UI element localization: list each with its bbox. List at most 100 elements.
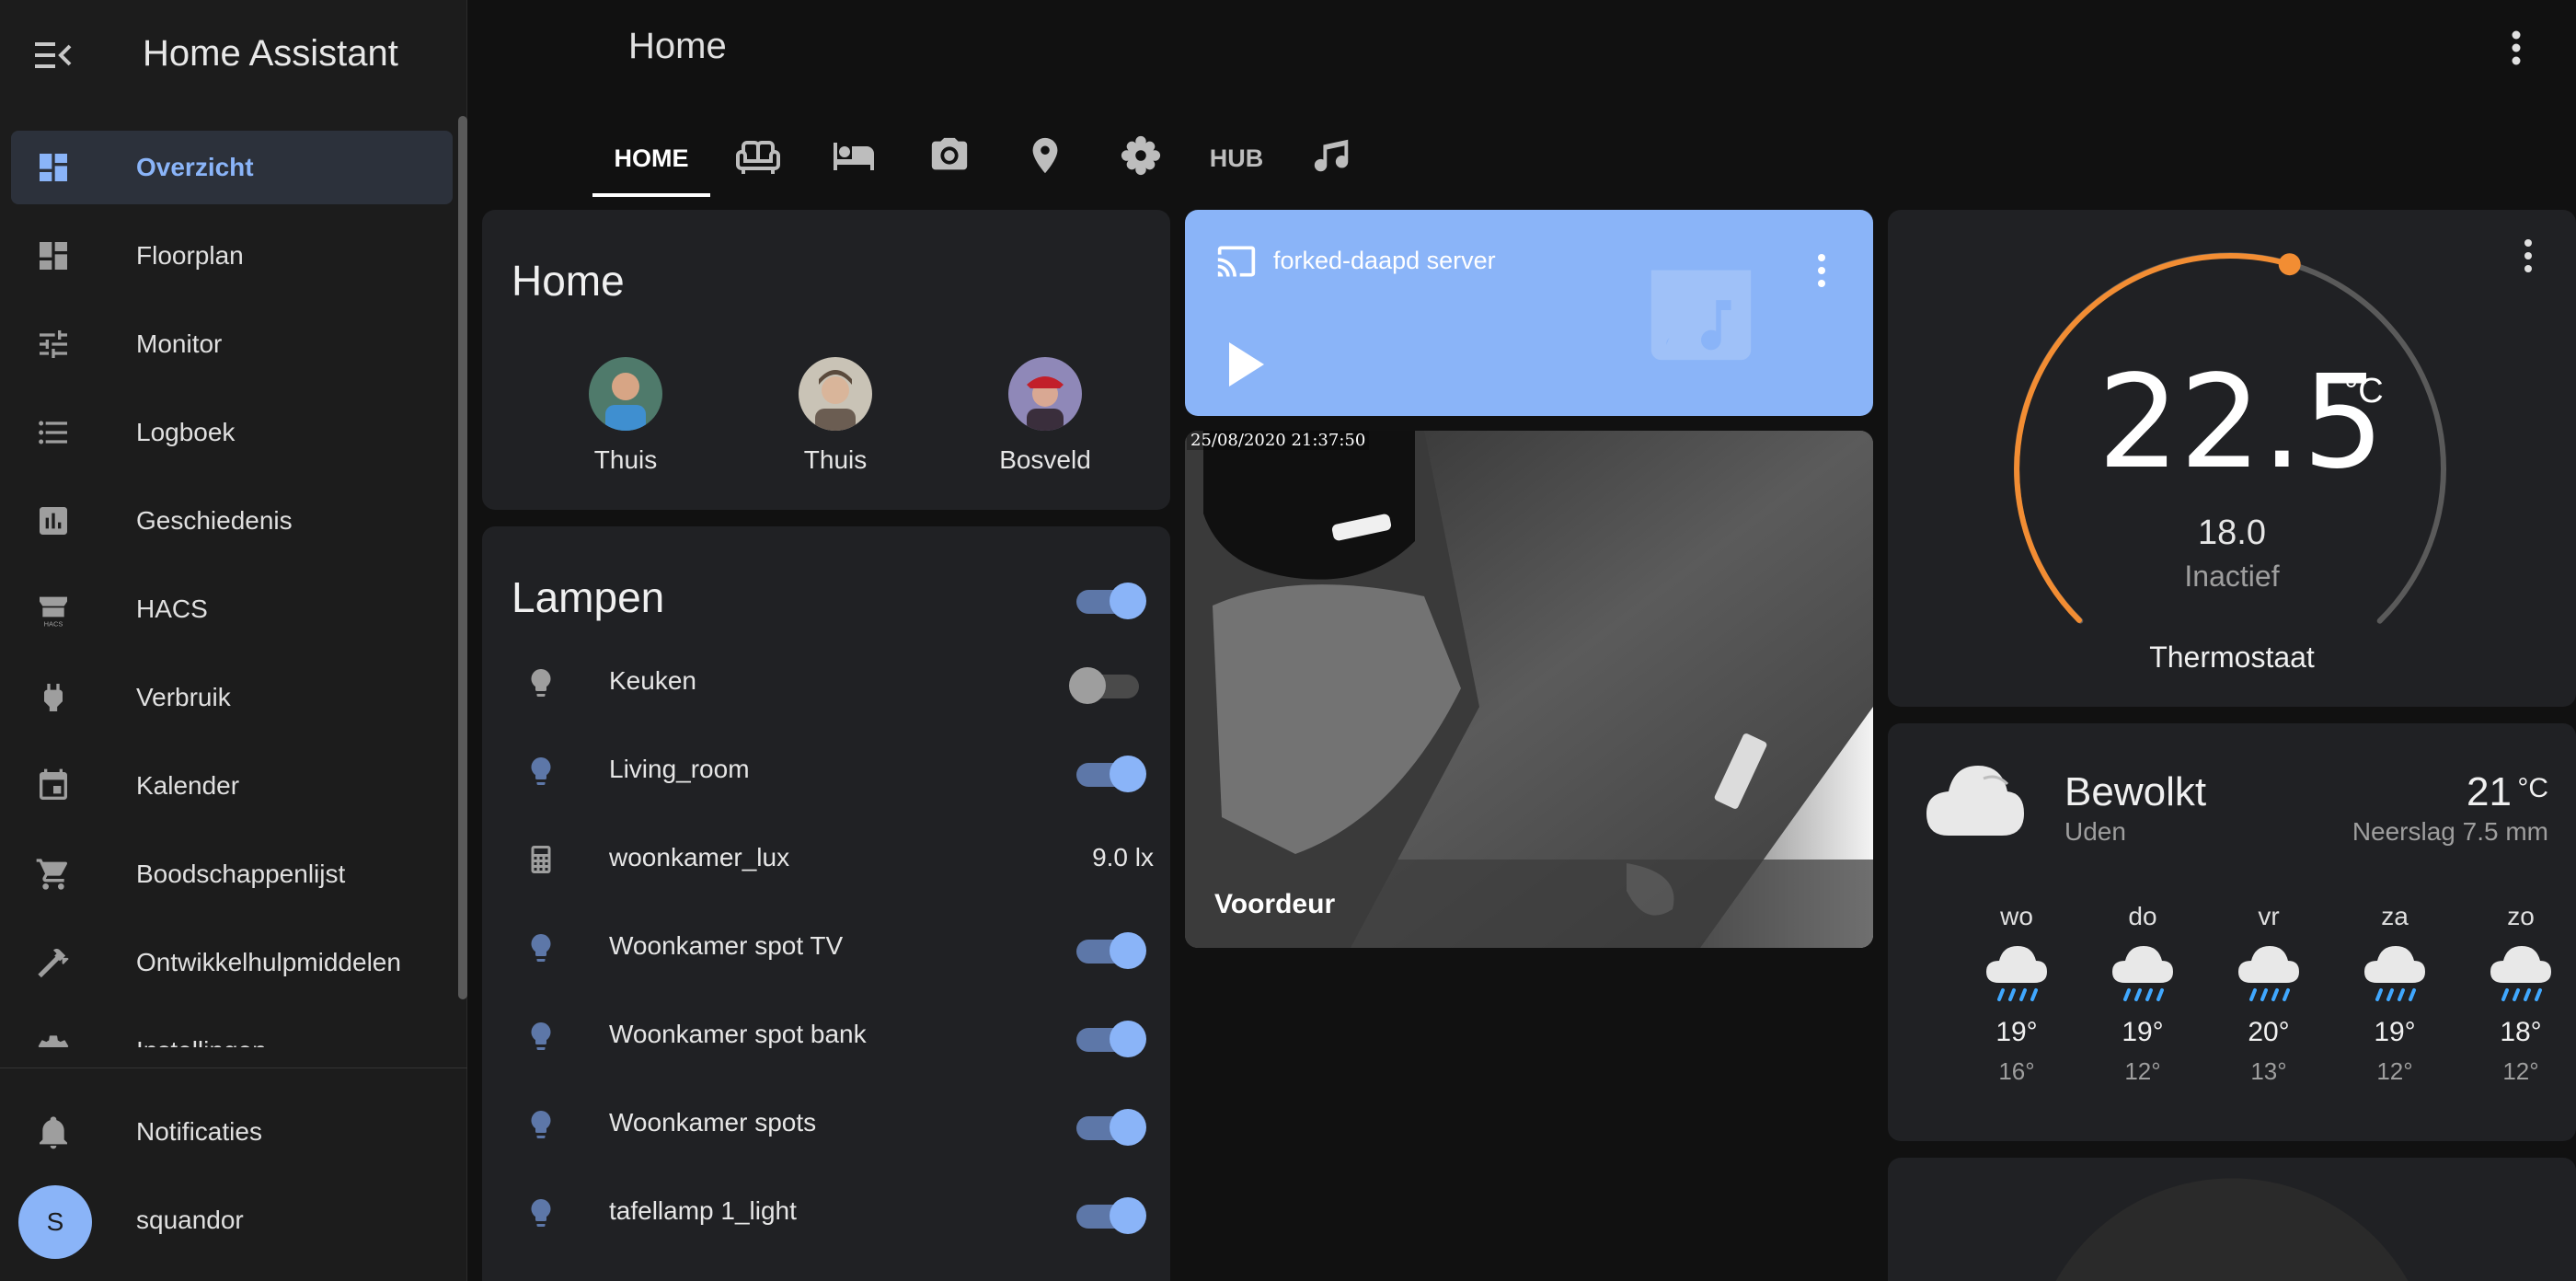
sidebar-item-boodschappenlijst[interactable]: Boodschappenlijst (11, 837, 453, 911)
tab-location[interactable] (997, 120, 1093, 197)
sidebar-item-geschiedenis[interactable]: Geschiedenis (11, 484, 453, 558)
more-vert-icon[interactable] (2502, 28, 2530, 70)
tab-label: HOME (614, 144, 689, 172)
sidebar-item-label: Overzicht (136, 153, 254, 181)
entity-name: Woonkamer spots (609, 1108, 817, 1137)
forecast-high: 19° (2374, 1017, 2416, 1047)
tab-sofa[interactable] (710, 120, 806, 197)
forecast-day: zo 18° 12° (2466, 902, 2576, 1086)
sofa-icon (736, 133, 780, 184)
forecast-high: 19° (2122, 1017, 2164, 1047)
weather-condition: Bewolkt (2064, 769, 2207, 814)
media-player-name: forked-daapd server (1273, 247, 1496, 274)
bulb-icon (524, 1104, 558, 1145)
forecast-day-label: do (2128, 902, 2157, 930)
bell-icon (35, 1114, 75, 1150)
bed-icon (832, 133, 876, 184)
tab-camera[interactable] (902, 120, 997, 197)
entity-row-woonkamer-spot-bank[interactable]: Woonkamer spot bank (510, 992, 1154, 1080)
sidebar-scrollbar[interactable] (458, 116, 467, 999)
entity-toggle[interactable] (1073, 1196, 1146, 1234)
rainy-icon (2340, 942, 2450, 1011)
entity-row-woonkamer-spot-tv[interactable]: Woonkamer spot TV (510, 904, 1154, 992)
person-state: Thuis (593, 445, 658, 474)
tab-bed[interactable] (806, 120, 902, 197)
person-avatar (589, 357, 662, 431)
target-temperature: 18.0 (2198, 514, 2266, 552)
map-marker-icon (1024, 134, 1066, 183)
sidebar-item-label: Verbruik (136, 683, 231, 711)
sidebar: Home Assistant Overzicht Floorplan Monit… (0, 0, 467, 1281)
weather-unit: °C (2517, 773, 2548, 803)
lampen-master-toggle[interactable] (1073, 582, 1146, 619)
sidebar-item-overzicht[interactable]: Overzicht (11, 131, 453, 204)
entity-toggle[interactable] (1073, 755, 1146, 792)
forecast-day-label: vr (2258, 902, 2280, 930)
person-state: Thuis (803, 445, 868, 474)
menu-collapse-icon[interactable] (35, 40, 75, 70)
bulb-icon (524, 1016, 558, 1056)
forecast-day-label: za (2381, 902, 2409, 930)
entity-row-woonkamer-lux[interactable]: woonkamer_lux 9.0 lx (510, 815, 1154, 904)
sidebar-item-kalender[interactable]: Kalender (11, 749, 453, 823)
temperature-unit: °C (2344, 372, 2384, 410)
tab-hub[interactable]: HUB (1189, 120, 1284, 197)
sidebar-item-verbruik[interactable]: Verbruik (11, 661, 453, 734)
weather-card[interactable]: Bewolkt Uden 21 °C Neerslag 7.5 mm wo 19… (1888, 723, 2576, 1141)
person-badge[interactable]: Thuis (561, 357, 690, 475)
dashboard-icon (35, 237, 75, 274)
sidebar-item-instellingen[interactable]: Instellingen (11, 1014, 453, 1047)
entity-row-living-room[interactable]: Living_room (510, 727, 1154, 815)
view-tabs: HOME HUB (592, 120, 1380, 197)
media-player-card: forked-daapd server (1185, 210, 1873, 416)
list-icon (35, 414, 75, 451)
hacs-icon: HACS (35, 591, 75, 628)
camera-name: Voordeur (1214, 889, 1336, 919)
person-badge[interactable]: Thuis (771, 357, 900, 475)
tab-music[interactable] (1284, 120, 1380, 197)
tab-home[interactable]: HOME (592, 120, 710, 197)
sidebar-item-floorplan[interactable]: Floorplan (11, 219, 453, 293)
card-title: Lampen (512, 573, 665, 621)
entity-toggle[interactable] (1073, 1108, 1146, 1146)
user-avatar[interactable]: S (18, 1185, 92, 1259)
sidebar-item-monitor[interactable]: Monitor (11, 307, 453, 381)
entity-name: Woonkamer spot TV (609, 931, 844, 960)
tab-label: HUB (1209, 144, 1264, 172)
entity-toggle[interactable] (1069, 666, 1143, 704)
sidebar-item-hacs[interactable]: HACS HACS (11, 572, 453, 646)
sidebar-item-label: Logboek (136, 418, 236, 446)
partial-card (1888, 1158, 2576, 1281)
sidebar-item-ontwikkelhulpmiddelen[interactable]: Ontwikkelhulpmiddelen (11, 926, 453, 999)
entity-toggle[interactable] (1073, 931, 1146, 969)
current-temperature: 22.5 (2098, 348, 2385, 498)
weather-temperature: 21 (2467, 769, 2512, 814)
camera-card[interactable]: 25/08/2020 21:37:50 Voordeur (1185, 431, 1873, 948)
entity-row-keuken[interactable]: Keuken (510, 639, 1154, 727)
forecast-day: za 19° 12° (2340, 902, 2450, 1086)
entity-row-tafellamp[interactable]: tafellamp 1_light (510, 1169, 1154, 1257)
bulb-icon (524, 1193, 558, 1233)
forecast-day-label: zo (2507, 902, 2535, 930)
entity-toggle[interactable] (1073, 1020, 1146, 1057)
media-more-icon[interactable] (1814, 252, 1829, 294)
hammer-icon (35, 944, 75, 981)
svg-text:HACS: HACS (44, 619, 63, 628)
person-avatar (1008, 357, 1082, 431)
user-name[interactable]: squandor (136, 1206, 244, 1235)
sidebar-item-label: Kalender (136, 771, 240, 800)
gear-icon (35, 1033, 75, 1047)
plug-icon (35, 679, 75, 716)
play-icon[interactable] (1225, 340, 1266, 393)
person-state: Bosveld (999, 445, 1091, 474)
sidebar-item-logboek[interactable]: Logboek (11, 396, 453, 469)
sidebar-item-notificaties[interactable]: Notificaties (11, 1095, 453, 1169)
weather-precipitation: Neerslag 7.5 mm (2352, 817, 2548, 846)
rainy-icon (1961, 942, 2072, 1011)
entity-row-woonkamer-spots[interactable]: Woonkamer spots (510, 1080, 1154, 1169)
flower-icon (1120, 134, 1162, 183)
tab-flower[interactable] (1093, 120, 1189, 197)
sidebar-item-label: Instellingen (136, 1036, 267, 1047)
person-badge[interactable]: Bosveld (981, 357, 1110, 475)
home-card: Home Thuis Thuis Bosveld (482, 210, 1170, 510)
